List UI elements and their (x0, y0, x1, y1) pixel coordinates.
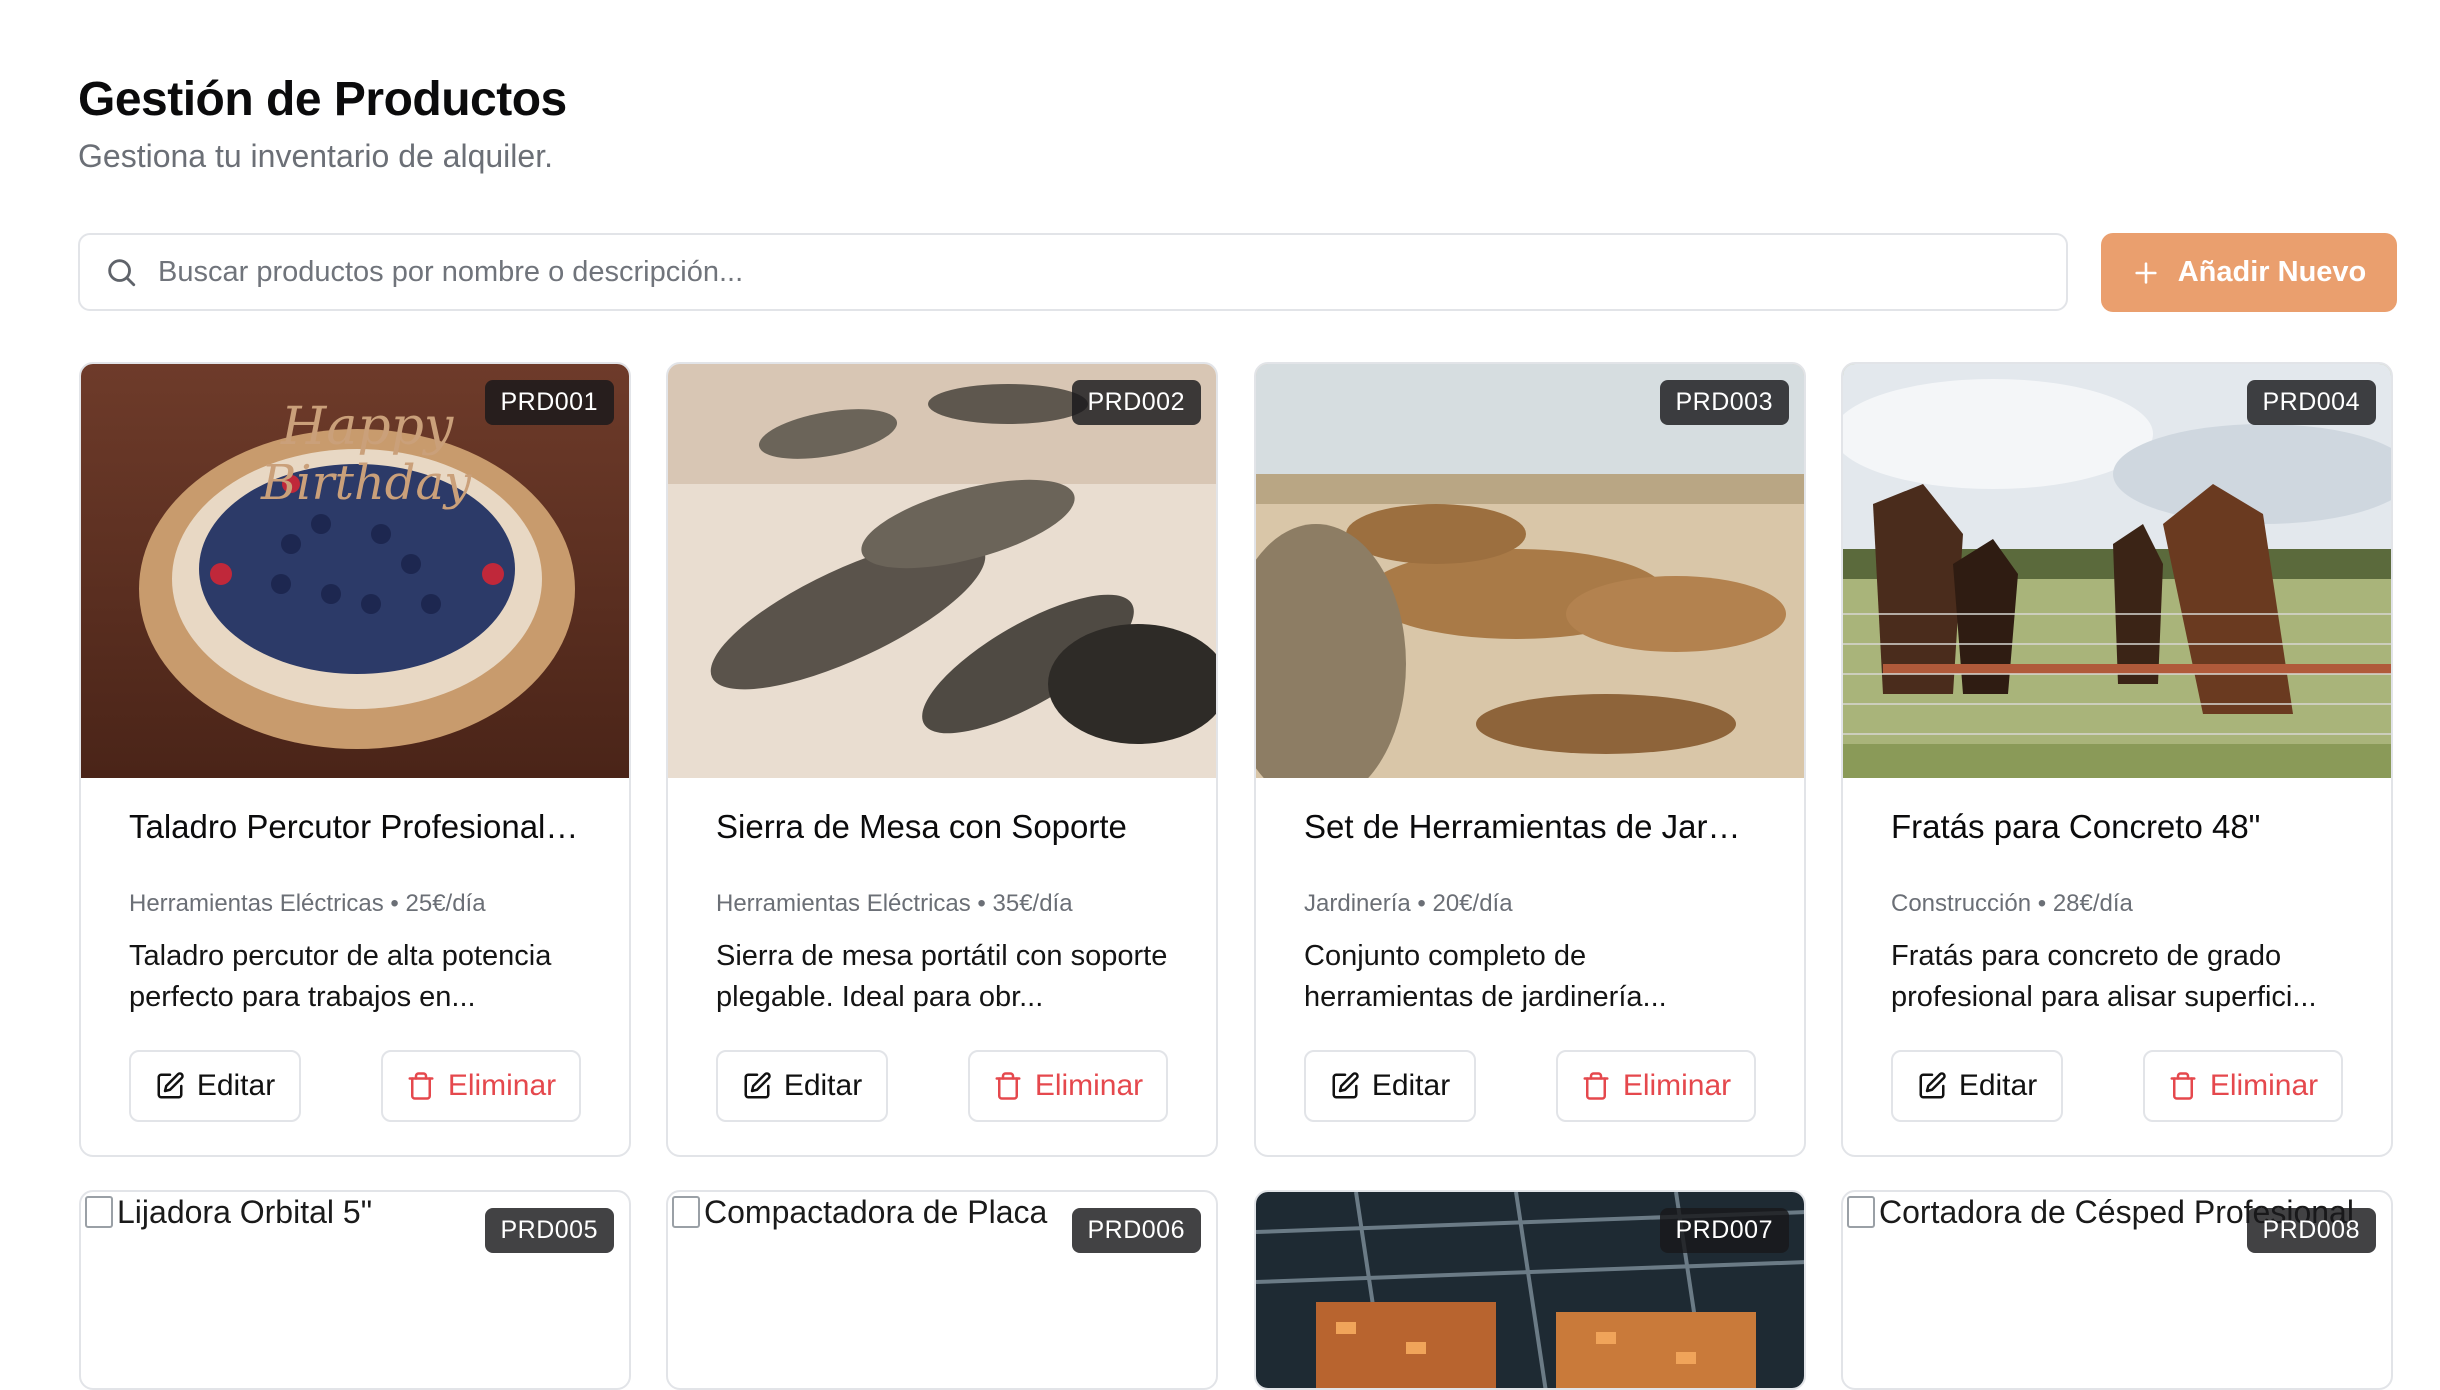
product-category: Jardinería (1304, 890, 1411, 917)
product-card: PRD007 (1254, 1190, 1806, 1390)
delete-button[interactable]: Eliminar (381, 1050, 581, 1122)
product-price: 28€/día (2052, 890, 2133, 917)
product-category: Herramientas Eléctricas (129, 890, 384, 917)
product-card: Compactadora de Placa PRD006 (666, 1190, 1218, 1390)
edit-label: Editar (1958, 1069, 2038, 1102)
product-card: Happy Birthday PRD001 Taladro Percutor P… (79, 362, 631, 1157)
delete-label: Eliminar (2209, 1069, 2319, 1102)
product-image: PRD004 (1843, 364, 2391, 778)
edit-icon (1332, 1072, 1359, 1099)
svg-text:Birthday: Birthday (260, 455, 472, 511)
product-card: PRD003 Set de Herramientas de Jardinería… (1254, 362, 1806, 1157)
delete-button[interactable]: Eliminar (2143, 1050, 2343, 1122)
edit-button[interactable]: Editar (1891, 1050, 2063, 1122)
svg-text:Happy: Happy (280, 397, 454, 457)
broken-image-icon (85, 1196, 113, 1228)
trash-icon (408, 1072, 434, 1100)
product-image: PRD002 (668, 364, 1216, 778)
search-icon (108, 259, 136, 287)
product-meta: Herramientas Eléctricas • 25€/día (129, 890, 486, 917)
edit-button[interactable]: Editar (129, 1050, 301, 1122)
product-price: 25€/día (405, 890, 486, 917)
delete-button[interactable]: Eliminar (1556, 1050, 1756, 1122)
product-card: Cortadora de Césped Profesional PRD008 (1841, 1190, 2393, 1390)
edit-icon (1919, 1072, 1946, 1099)
product-image: Happy Birthday PRD001 (81, 364, 629, 778)
product-id-badge: PRD007 (1659, 1208, 1789, 1253)
product-description: Taladro percutor de alta potencia perfec… (129, 940, 552, 1013)
trash-icon (995, 1072, 1021, 1100)
product-description: Conjunto completo de herramientas de jar… (1304, 940, 1667, 1013)
edit-label: Editar (783, 1069, 863, 1102)
edit-label: Editar (196, 1069, 276, 1102)
products-page: Gestión de Productos Gestiona tu inventa… (0, 0, 2440, 1390)
delete-button[interactable]: Eliminar (968, 1050, 1168, 1122)
edit-icon (157, 1072, 184, 1099)
product-id-badge: PRD008 (2246, 1208, 2376, 1253)
broken-image: Lijadora Orbital 5" (81, 1192, 372, 1232)
product-id-badge: PRD006 (1071, 1208, 1201, 1253)
search-bar[interactable] (78, 233, 2068, 311)
product-description: Fratás para concreto de grado profesiona… (1891, 940, 2317, 1013)
product-id-badge: PRD002 (1071, 380, 1201, 425)
edit-icon (744, 1072, 771, 1099)
product-image: PRD003 (1256, 364, 1804, 778)
broken-image: Compactadora de Placa (668, 1192, 1047, 1232)
product-category: Construcción (1891, 890, 2032, 917)
page-subtitle: Gestiona tu inventario de alquiler. (78, 138, 553, 174)
product-card: PRD004 Fratás para Concreto 48" Construc… (1841, 362, 2393, 1157)
add-new-label: Añadir Nuevo (2177, 256, 2367, 288)
product-id-badge: PRD003 (1659, 380, 1789, 425)
image-alt-text: Compactadora de Placa (704, 1194, 1048, 1230)
search-input[interactable] (156, 254, 2040, 290)
edit-label: Editar (1371, 1069, 1451, 1102)
product-name: Fratás para Concreto 48" (1891, 808, 2261, 845)
page-title: Gestión de Productos (78, 73, 567, 126)
product-image: Lijadora Orbital 5" PRD005 (81, 1192, 629, 1388)
edit-button[interactable]: Editar (1304, 1050, 1476, 1122)
delete-label: Eliminar (447, 1069, 557, 1102)
add-new-button[interactable]: Añadir Nuevo (2101, 233, 2397, 312)
product-meta: Construcción • 28€/día (1891, 890, 2133, 917)
trash-icon (1583, 1072, 1609, 1100)
product-card: PRD002 Sierra de Mesa con Soporte Herram… (666, 362, 1218, 1157)
product-price: 20€/día (1432, 890, 1513, 917)
product-image: Compactadora de Placa PRD006 (668, 1192, 1216, 1388)
delete-label: Eliminar (1034, 1069, 1144, 1102)
plus-icon (2135, 261, 2157, 284)
image-alt-text: Lijadora Orbital 5" (117, 1194, 373, 1230)
product-name: Sierra de Mesa con Soporte (716, 808, 1127, 845)
product-description: Sierra de mesa portátil con soporte pleg… (716, 940, 1168, 1013)
product-image: PRD007 (1256, 1192, 1804, 1388)
product-id-badge: PRD001 (484, 380, 614, 425)
product-price: 35€/día (992, 890, 1073, 917)
edit-button[interactable]: Editar (716, 1050, 888, 1122)
product-image: Cortadora de Césped Profesional PRD008 (1843, 1192, 2391, 1388)
product-name: Set de Herramientas de Jardinería (1304, 808, 1756, 845)
product-meta: Herramientas Eléctricas • 35€/día (716, 890, 1073, 917)
trash-icon (2170, 1072, 2196, 1100)
product-id-badge: PRD004 (2246, 380, 2376, 425)
product-id-badge: PRD005 (484, 1208, 614, 1253)
product-card: Lijadora Orbital 5" PRD005 (79, 1190, 631, 1390)
delete-label: Eliminar (1622, 1069, 1732, 1102)
product-name: Taladro Percutor Profesional 20V (129, 808, 581, 845)
broken-image-icon (1847, 1196, 1875, 1228)
product-meta: Jardinería • 20€/día (1304, 890, 1513, 917)
broken-image-icon (672, 1196, 700, 1228)
product-category: Herramientas Eléctricas (716, 890, 971, 917)
